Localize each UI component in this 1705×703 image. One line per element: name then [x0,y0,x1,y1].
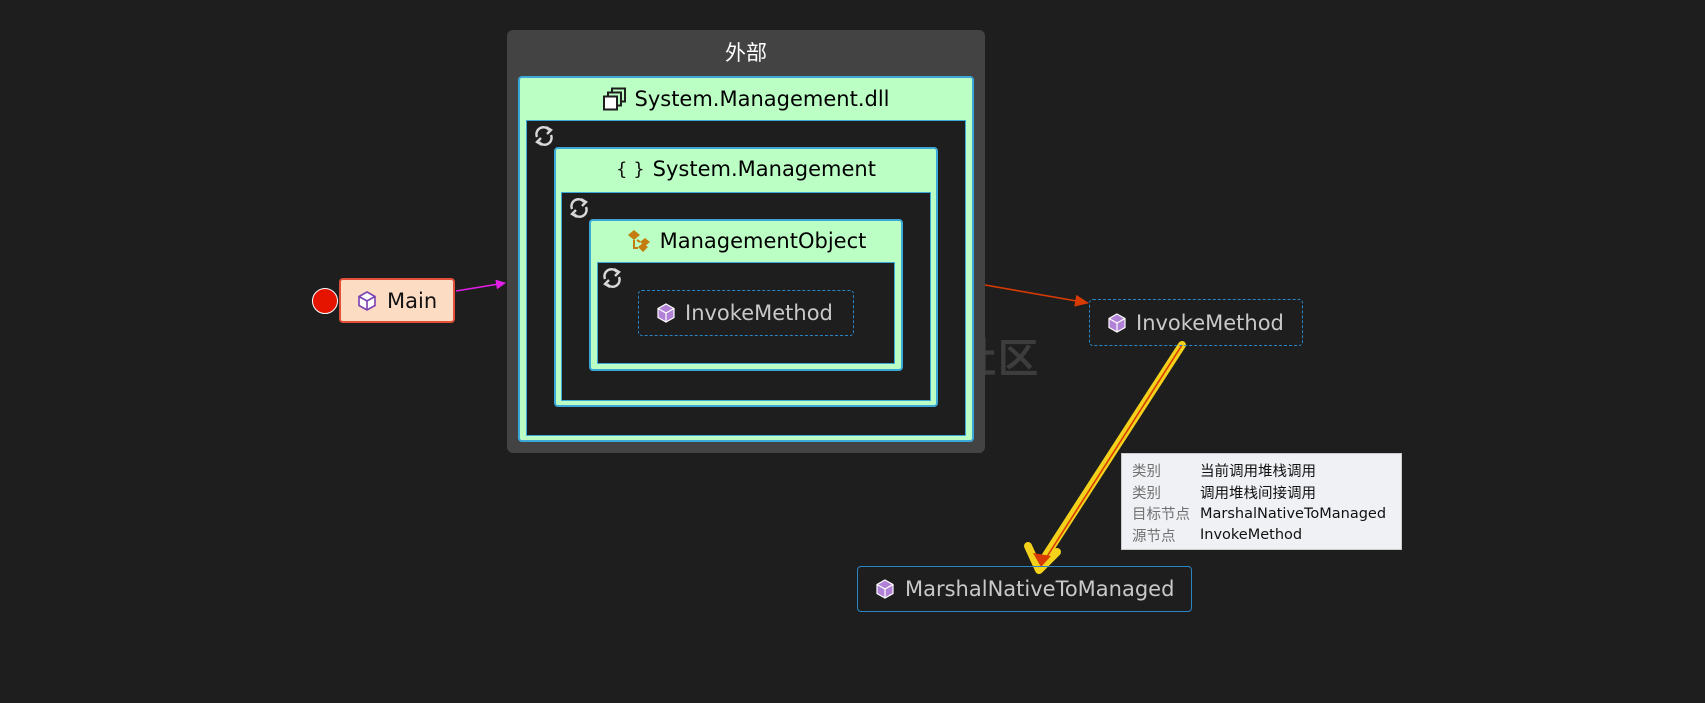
inner-invoke-method-label: InvokeMethod [685,301,833,325]
breakpoint-icon[interactable] [312,288,338,314]
tooltip-row: 类别 调用堆栈间接调用 [1132,482,1401,504]
tooltip-value: 当前调用堆栈调用 [1200,464,1316,481]
assembly-icon [602,87,627,111]
class-header[interactable]: ManagementObject [591,223,901,259]
tooltip-row: 目标节点 MarshalNativeToManaged [1132,503,1401,525]
external-group-title: 外部 [725,41,767,65]
tooltip-row: 类别 当前调用堆栈调用 [1132,460,1401,482]
assembly-header[interactable]: System.Management.dll [520,80,972,118]
tooltip-row: 源节点 InvokeMethod [1132,525,1401,547]
class-label: ManagementObject [659,229,867,253]
main-node-label: Main [387,288,438,313]
refresh-icon[interactable] [533,125,555,147]
method-cube-icon [1106,312,1128,334]
tooltip-value: MarshalNativeToManaged [1200,505,1387,522]
method-cube-icon [655,302,677,324]
assembly-label: System.Management.dll [634,87,890,111]
tooltip-key: 类别 [1132,464,1161,481]
inner-invoke-method-node[interactable]: InvokeMethod [638,290,854,336]
edge-tooltip: 类别 当前调用堆栈调用 类别 调用堆栈间接调用 目标节点 MarshalNati… [1121,453,1402,550]
namespace-label: System.Management [652,157,876,181]
tooltip-value: 调用堆栈间接调用 [1200,485,1316,502]
method-cube-icon [874,578,896,600]
marshal-node[interactable]: MarshalNativeToManaged [857,566,1192,612]
tooltip-value: InvokeMethod [1200,527,1303,544]
edge-external-to-invoke [984,284,1089,307]
tooltip-key: 目标节点 [1132,507,1190,524]
tooltip-key: 类别 [1132,485,1161,502]
method-cube-icon [356,290,378,312]
invoke-method-label: InvokeMethod [1136,310,1284,335]
main-node[interactable]: Main [339,278,455,323]
refresh-icon[interactable] [601,267,623,289]
class-icon [626,228,652,254]
edge-main-to-external [455,279,506,292]
invoke-method-node[interactable]: InvokeMethod [1089,299,1303,346]
namespace-braces-icon: { } [616,158,645,180]
tooltip-key: 源节点 [1132,528,1176,545]
refresh-icon[interactable] [568,197,590,219]
namespace-header[interactable]: { } System.Management [556,151,936,187]
marshal-node-label: MarshalNativeToManaged [905,577,1175,601]
